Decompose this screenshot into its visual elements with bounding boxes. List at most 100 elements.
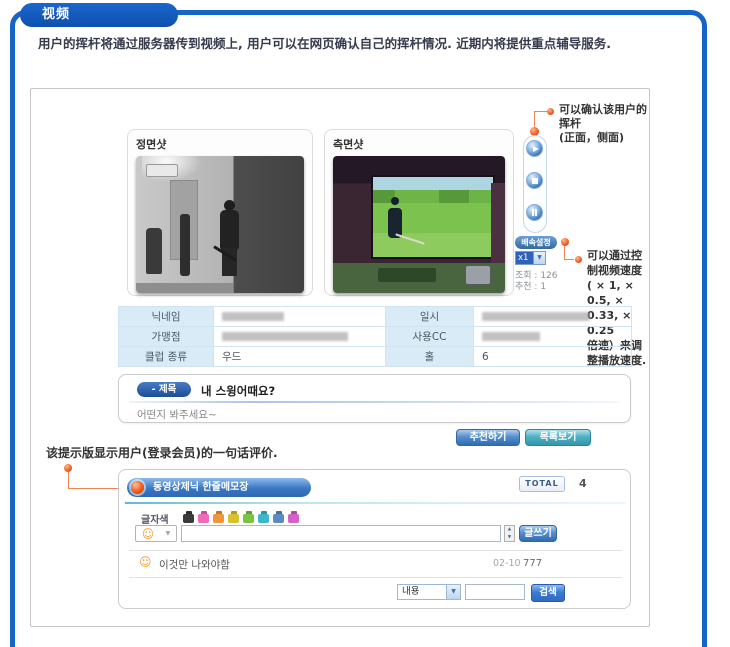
- input-spinner[interactable]: ▲ ▼: [504, 525, 515, 542]
- search-field-value: 내용: [398, 585, 446, 599]
- list-button[interactable]: 목록보기: [525, 429, 591, 446]
- play-icon: [533, 146, 539, 152]
- datetime-label: 일시: [386, 307, 474, 327]
- font-color-swatch[interactable]: [228, 511, 239, 523]
- chevron-down-icon: ▼: [166, 530, 171, 537]
- content-panel: 정면샷 측면샷: [30, 88, 650, 627]
- memo-callout: 该提示版显示用户(登录会员)的一句话评价.: [46, 444, 278, 461]
- page-title: 视频: [42, 7, 70, 22]
- emoticon-icon: ☺: [142, 528, 155, 540]
- callout-dot: [575, 256, 582, 263]
- font-color-swatch[interactable]: [258, 511, 269, 523]
- datetime-value: [474, 307, 632, 327]
- divider: [125, 502, 626, 504]
- comment-emoticon-icon: ☺: [139, 556, 152, 568]
- total-badge: TOTAL: [519, 476, 565, 492]
- cc-value: [474, 327, 632, 347]
- pause-button[interactable]: [526, 204, 543, 221]
- side-video-frame: [333, 156, 505, 293]
- callout-dot: [64, 464, 72, 472]
- spinner-up-icon: ▲: [505, 526, 514, 534]
- side-wall: [491, 183, 505, 262]
- hole-value: 6: [474, 347, 632, 367]
- hole-label: 홀: [386, 347, 474, 367]
- callout-line: [564, 246, 565, 259]
- redacted-value: [222, 312, 284, 321]
- video-label-side: 측면샷: [333, 136, 505, 152]
- search-input[interactable]: [465, 584, 525, 600]
- recommend-button[interactable]: 추천하기: [456, 429, 520, 446]
- callout-dot: [547, 108, 554, 115]
- video-label-front: 정면샷: [136, 136, 304, 152]
- swing-info-table: 닉네임 일시 가맹점 사용CC 클럽 종류 우드 홀 6: [118, 306, 632, 367]
- divider: [129, 577, 622, 578]
- redacted-value: [482, 332, 540, 341]
- post-body: 어떤지 봐주세요~: [137, 407, 217, 422]
- title-badge: - 제목: [137, 382, 191, 397]
- nickname-value: [214, 307, 386, 327]
- callout-line: [534, 111, 548, 112]
- golfer-body: [220, 210, 239, 250]
- total-count: 4: [579, 477, 587, 490]
- table-row: 가맹점 사용CC: [119, 327, 632, 347]
- font-color-swatches: [183, 509, 303, 523]
- font-color-swatch[interactable]: [213, 511, 224, 523]
- swing-mat: [378, 268, 436, 282]
- post-title: 내 스윙어때요?: [201, 383, 275, 399]
- nickname-label: 닉네임: [119, 307, 214, 327]
- emoticon-picker[interactable]: ☺ ▼: [135, 525, 177, 542]
- likes-count: 추천 : 1: [515, 279, 546, 292]
- shop-label: 가맹점: [119, 327, 214, 347]
- search-button[interactable]: 검색: [531, 584, 565, 602]
- post-box: - 제목 내 스윙어때요? 어떤지 봐주세요~: [118, 374, 631, 423]
- divider: [129, 401, 621, 403]
- memo-board-title-badge: 동영상제닉 한줄메모장: [127, 478, 311, 497]
- floor: [136, 283, 233, 293]
- air-conditioner: [146, 164, 178, 177]
- club-label: 클럽 종류: [119, 347, 214, 367]
- font-color-label: 글자색: [141, 511, 169, 526]
- table-row: 클럽 종류 우드 홀 6: [119, 347, 632, 367]
- callout-line: [68, 472, 69, 488]
- callout-line: [564, 259, 574, 260]
- play-button[interactable]: [526, 140, 543, 157]
- video-card-front: 정면샷: [127, 129, 313, 296]
- redacted-value: [482, 312, 590, 321]
- font-color-swatch[interactable]: [273, 511, 284, 523]
- font-color-swatch[interactable]: [183, 511, 194, 523]
- club-value: 우드: [214, 347, 386, 367]
- speed-select[interactable]: x1 ▼: [515, 251, 546, 265]
- shop-value: [214, 327, 386, 347]
- record-icon: [131, 481, 144, 494]
- intro-text: 用户的挥杆将通过服务器传到视频上, 用户可以在网页确认自己的挥杆情况. 近期内将…: [38, 36, 688, 52]
- memo-board: 동영상제닉 한줄메모장 TOTAL 4 글자색 ☺ ▼ ▲ ▼ 글쓰기 ☺ 이것…: [118, 469, 631, 609]
- callout-dot: [561, 238, 569, 246]
- stand: [180, 214, 190, 276]
- front-video-frame: [136, 156, 304, 293]
- page: 视频 用户的挥杆将通过服务器传到视频上, 用户可以在网页确认自己的挥杆情况. 近…: [0, 0, 730, 647]
- divider: [129, 550, 622, 551]
- speed-select-value: x1: [516, 252, 533, 264]
- font-color-swatch[interactable]: [198, 511, 209, 523]
- table-row: 닉네임 일시: [119, 307, 632, 327]
- callout-line: [68, 488, 121, 489]
- font-color-swatch[interactable]: [243, 511, 254, 523]
- ball-machine: [465, 265, 491, 285]
- write-button[interactable]: 글쓰기: [519, 525, 557, 542]
- spinner-down-icon: ▼: [505, 534, 514, 542]
- pause-icon: [532, 209, 534, 216]
- cc-label: 사용CC: [386, 327, 474, 347]
- redacted-value: [222, 332, 348, 341]
- memo-input[interactable]: [181, 525, 501, 542]
- stop-icon: [532, 178, 538, 184]
- stop-button[interactable]: [526, 172, 543, 189]
- font-color-swatch[interactable]: [288, 511, 299, 523]
- page-title-tab: 视频: [20, 3, 178, 27]
- search-field-select[interactable]: 내용 ▼: [397, 584, 461, 600]
- video-card-side: 측면샷: [324, 129, 514, 296]
- chevron-down-icon: ▼: [446, 585, 460, 599]
- comment-date: 02-10: [493, 558, 521, 569]
- chevron-down-icon: ▼: [533, 252, 545, 264]
- speed-setting-badge: 배속설정: [515, 236, 557, 249]
- comment-text: 이것만 나와야함: [159, 557, 230, 572]
